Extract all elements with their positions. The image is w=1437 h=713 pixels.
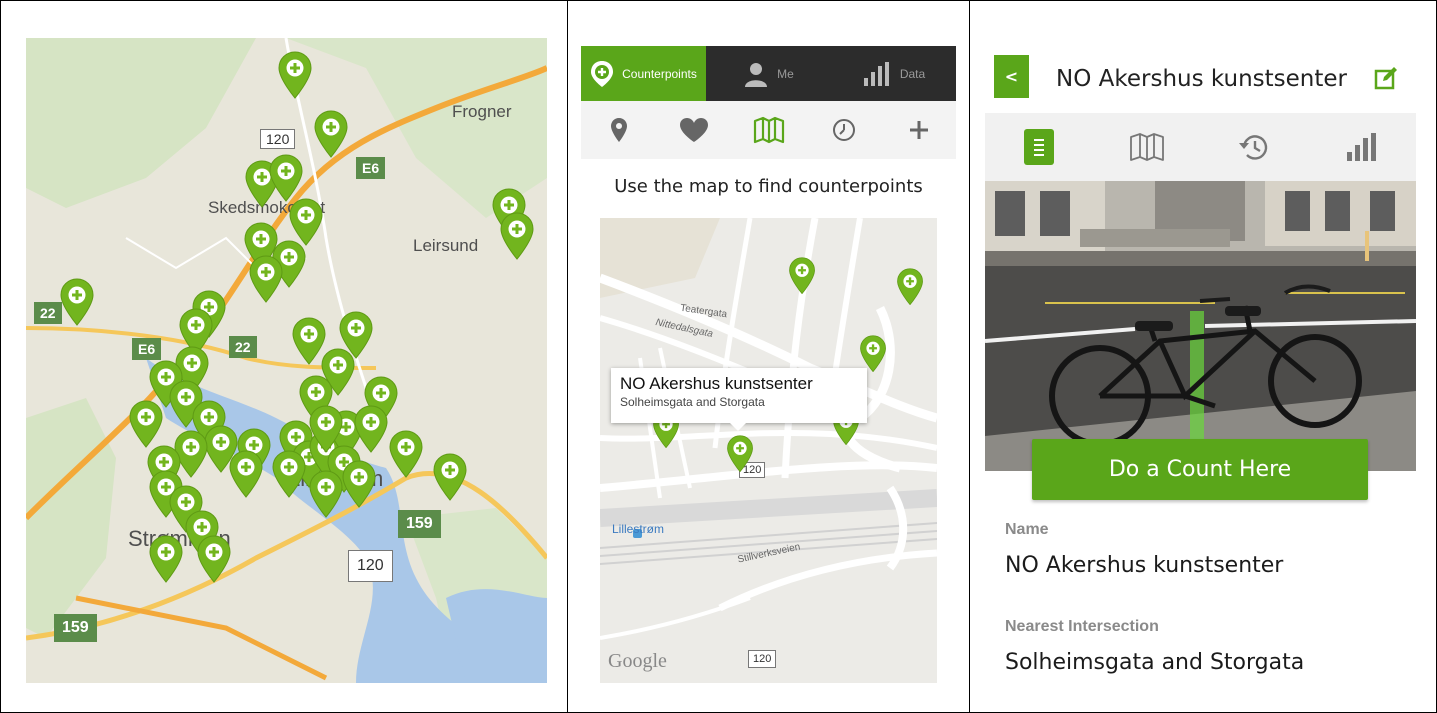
counterpoint-pin[interactable] [499, 212, 535, 260]
page-title: NO Akershus kunstsenter [1056, 66, 1347, 92]
tab-counterpoints[interactable]: Counterpoints [581, 46, 706, 101]
counterpoint-detail-screen: < NO Akershus kunstsenter Do a Count Her… [985, 40, 1416, 685]
tab-label: Me [777, 66, 794, 81]
counterpoint-pin[interactable] [277, 51, 313, 99]
place-label: Leirsund [413, 236, 479, 255]
detail-icon-bar [985, 113, 1416, 181]
station-label: Lillestrøm [612, 522, 665, 536]
callout-pointer [730, 423, 746, 431]
road-shield: 120 [348, 550, 393, 582]
counterpoint-pin[interactable] [388, 430, 424, 478]
road-shield: 120 [260, 129, 296, 149]
google-logo: Google [608, 650, 667, 672]
bar-chart-icon[interactable] [1342, 127, 1382, 167]
place-label: Frogner [452, 102, 512, 121]
counterpoint-pin[interactable] [788, 256, 816, 294]
map-icon[interactable] [752, 113, 786, 147]
tab-label: Data [899, 66, 926, 81]
back-button[interactable]: < [994, 55, 1029, 98]
edit-icon[interactable] [1374, 66, 1398, 94]
counterpoint-pin[interactable] [271, 450, 307, 498]
counterpoint-photo [985, 181, 1416, 471]
counterpoint-pin[interactable] [341, 460, 377, 508]
road-shield-e6: E6 [132, 338, 162, 360]
sub-navigation [581, 101, 956, 159]
road-shield-159: 159 [54, 614, 97, 642]
tab-data[interactable]: Data [831, 46, 956, 101]
name-label: Name [1005, 521, 1049, 538]
heart-icon[interactable] [677, 113, 711, 147]
tab-me[interactable]: Me [706, 46, 831, 101]
counterpoint-pin[interactable] [726, 434, 754, 472]
app-map-screen: Counterpoints Me Data Use the map to fin… [581, 46, 956, 683]
counterpoint-pin[interactable] [268, 154, 304, 202]
callout-title: NO Akershus kunstsenter [620, 374, 813, 393]
counterpoint-pin[interactable] [859, 334, 887, 372]
pin-icon[interactable] [602, 113, 636, 147]
callout-subtitle: Solheimsgata and Storgata [620, 395, 765, 409]
clock-icon[interactable] [827, 113, 861, 147]
counterpoint-pin[interactable] [148, 535, 184, 583]
tab-label: Counterpoints [622, 66, 697, 81]
road-shield-159: 159 [398, 510, 441, 538]
map-icon[interactable] [1127, 127, 1167, 167]
bar-chart-icon [862, 61, 892, 86]
tab-bar: Counterpoints Me Data [581, 46, 956, 101]
counterpoint-pin[interactable] [313, 110, 349, 158]
counterpoint-pin[interactable] [308, 405, 344, 453]
counterpoint-pin[interactable] [248, 255, 284, 303]
intersection-label: Nearest Intersection [1005, 618, 1159, 635]
plus-icon[interactable] [902, 113, 936, 147]
panel-divider [567, 0, 568, 713]
road-shield-e6: E6 [356, 157, 386, 179]
intersection-value: Solheimsgata and Storgata [1005, 650, 1305, 675]
name-value: NO Akershus kunstsenter [1005, 553, 1284, 578]
list-icon[interactable] [1019, 127, 1059, 167]
panel-divider [969, 0, 970, 713]
counterpoint-pin[interactable] [228, 450, 264, 498]
counterpoint-pin[interactable] [896, 267, 924, 305]
overview-map[interactable]: Frogner Skedsmokorset Leirsund Lillestrø… [26, 38, 547, 683]
do-a-count-button[interactable]: Do a Count Here [1032, 439, 1368, 500]
map-instruction: Use the map to find counterpoints [614, 176, 923, 197]
history-icon[interactable] [1234, 127, 1274, 167]
road-shield-22: 22 [229, 336, 257, 358]
detail-header: < NO Akershus kunstsenter [985, 40, 1416, 113]
counterpoint-map-streets [600, 218, 937, 683]
person-icon [743, 61, 769, 87]
counterpoint-map[interactable]: Teatergata Nittedalsgata Stillverksveien… [600, 218, 937, 683]
counterpoint-pin[interactable] [196, 535, 232, 583]
counterpoint-callout[interactable]: NO Akershus kunstsenter Solheimsgata and… [611, 368, 867, 423]
location-plus-icon [590, 60, 614, 88]
counterpoint-pin[interactable] [288, 198, 324, 246]
road-shield: 120 [748, 650, 777, 668]
road-shield-22: 22 [34, 302, 62, 324]
counterpoint-pin[interactable] [128, 400, 164, 448]
counterpoint-pin[interactable] [308, 470, 344, 518]
counterpoint-pin[interactable] [59, 278, 95, 326]
counterpoint-pin[interactable] [432, 453, 468, 501]
